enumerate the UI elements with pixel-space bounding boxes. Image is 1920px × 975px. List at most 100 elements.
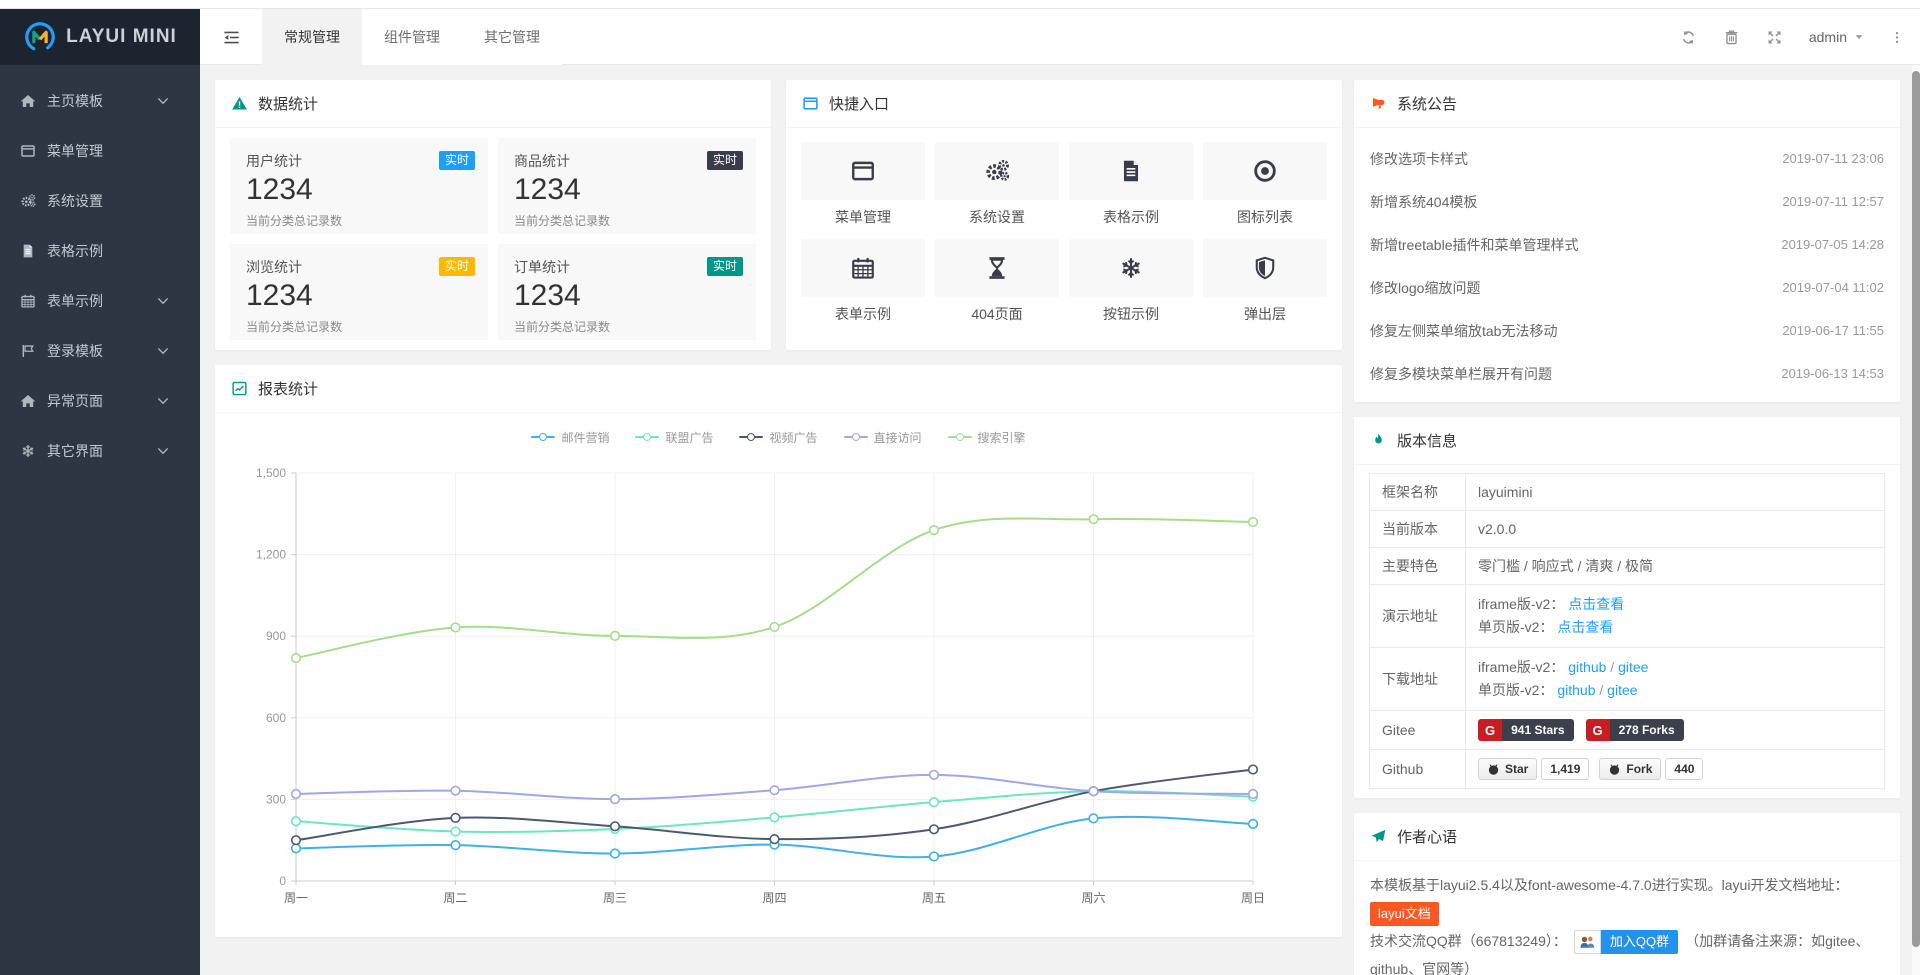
- legend-item-4[interactable]: 搜索引擎: [948, 429, 1026, 446]
- legend-label: 直接访问: [874, 429, 922, 446]
- version-link[interactable]: 点击查看: [1568, 596, 1624, 612]
- version-row-value: iframe版-v2： 点击查看单页版-v2： 点击查看: [1466, 585, 1885, 648]
- legend-item-2[interactable]: 视频广告: [739, 429, 817, 446]
- sidebar-item-label: 登录模板: [47, 341, 103, 361]
- quick-entry-item-0[interactable]: 菜单管理: [801, 142, 925, 227]
- legend-label: 联盟广告: [665, 429, 713, 446]
- layui-logo-icon: [23, 20, 57, 54]
- cogs-icon: [984, 158, 1010, 184]
- legend-item-1[interactable]: 联盟广告: [635, 429, 713, 446]
- version-row-0: 框架名称layuimini: [1370, 474, 1885, 511]
- gitee-badge-0[interactable]: G941 Stars: [1478, 719, 1574, 741]
- header-bar: LAYUI MINI 常规管理组件管理其它管理 admin: [0, 9, 1920, 65]
- sidebar-item-4[interactable]: 表单示例: [0, 276, 200, 326]
- quick-entry-item-7[interactable]: 弹出层: [1203, 239, 1327, 324]
- quick-entry-item-6[interactable]: 按钮示例: [1069, 239, 1193, 324]
- sidebar-item-6[interactable]: 异常页面: [0, 376, 200, 426]
- github-button[interactable]: Star: [1478, 758, 1537, 780]
- more-menu-icon[interactable]: [1890, 29, 1904, 46]
- notice-text: 新增系统404模板: [1370, 192, 1772, 212]
- sidebar-toggle-button[interactable]: [200, 9, 262, 65]
- quick-entry-label: 表格示例: [1069, 207, 1193, 227]
- notice-text: 修改logo缩放问题: [1370, 278, 1772, 298]
- link-prefix: iframe版-v2：: [1478, 659, 1564, 675]
- x-axis-tick-label: 周三: [603, 891, 627, 905]
- link-separator: /: [1606, 659, 1618, 675]
- version-link[interactable]: 点击查看: [1557, 619, 1613, 635]
- user-menu[interactable]: admin: [1809, 29, 1864, 45]
- link-separator: /: [1596, 682, 1608, 698]
- x-axis-tick-label: 周二: [443, 891, 467, 905]
- github-count[interactable]: 440: [1665, 758, 1703, 780]
- scrollbar-track[interactable]: [1912, 65, 1920, 975]
- quick-entry-box: [801, 239, 925, 297]
- author-paragraph-1: 技术交流QQ群（667813249）：加入QQ群（加群请备注来源：如gitee、…: [1370, 927, 1884, 975]
- version-link[interactable]: github: [1557, 682, 1595, 698]
- sidebar-item-label: 菜单管理: [47, 141, 103, 161]
- sidebar-item-0[interactable]: 主页模板: [0, 76, 200, 126]
- stats-card: 数据统计 用户统计1234当前分类总记录数实时商品统计1234当前分类总记录数实…: [215, 80, 771, 350]
- tab-item-2[interactable]: 其它管理: [462, 9, 562, 65]
- notice-date: 2019-07-05 14:28: [1781, 237, 1884, 252]
- refresh-icon[interactable]: [1680, 29, 1697, 46]
- sidebar-item-7[interactable]: 其它界面: [0, 426, 200, 476]
- gitee-logo: G: [1586, 719, 1610, 741]
- version-link-line: iframe版-v2： 点击查看: [1478, 593, 1872, 616]
- notice-row-4: 修复左侧菜单缩放tab无法移动2019-06-17 11:55: [1354, 309, 1900, 352]
- legend-item-0[interactable]: 邮件营销: [531, 429, 609, 446]
- clear-cache-trash-icon[interactable]: [1723, 29, 1740, 46]
- version-card: 版本信息 框架名称layuimini当前版本v2.0.0主要特色零门槛 / 响应…: [1354, 417, 1900, 798]
- github-button[interactable]: Fork: [1599, 758, 1661, 780]
- version-card-title: 版本信息: [1397, 430, 1457, 451]
- quick-card-header: 快捷入口: [786, 80, 1342, 128]
- quick-entry-item-1[interactable]: 系统设置: [935, 142, 1059, 227]
- sidebar-item-1[interactable]: 菜单管理: [0, 126, 200, 176]
- version-row-4: 下载地址iframe版-v2： github / gitee单页版-v2： gi…: [1370, 648, 1885, 711]
- github-widget-1[interactable]: Fork440: [1599, 758, 1703, 780]
- sidebar-item-2[interactable]: 系统设置: [0, 176, 200, 226]
- sidebar-item-5[interactable]: 登录模板: [0, 326, 200, 376]
- fullscreen-icon[interactable]: [1766, 29, 1783, 46]
- version-link[interactable]: gitee: [1607, 682, 1637, 698]
- notice-card-header: 系统公告: [1354, 80, 1900, 128]
- megaphone-icon: [1370, 95, 1387, 112]
- chevron-down-icon: [155, 293, 171, 309]
- quick-entry-box: [935, 239, 1059, 297]
- legend-marker: [739, 436, 763, 438]
- tab-item-1[interactable]: 组件管理: [362, 9, 462, 65]
- version-link[interactable]: github: [1568, 659, 1606, 675]
- quick-entry-item-4[interactable]: 表单示例: [801, 239, 925, 324]
- quick-entry-item-2[interactable]: 表格示例: [1069, 142, 1193, 227]
- legend-label: 搜索引擎: [978, 429, 1026, 446]
- scrollbar-thumb[interactable]: [1912, 71, 1920, 947]
- layui-docs-badge[interactable]: layui文档: [1370, 902, 1439, 926]
- stats-grid: 用户统计1234当前分类总记录数实时商品统计1234当前分类总记录数实时浏览统计…: [215, 128, 771, 350]
- legend-item-3[interactable]: 直接访问: [844, 429, 922, 446]
- tab-item-0[interactable]: 常规管理: [262, 9, 362, 65]
- version-row-value: G941 Stars G278 Forks: [1466, 711, 1885, 750]
- quick-entry-box: [1069, 239, 1193, 297]
- quick-entry-label: 404页面: [935, 304, 1059, 324]
- notice-list: 修改选项卡样式2019-07-11 23:06新增系统404模板2019-07-…: [1354, 128, 1900, 402]
- gitee-logo: G: [1478, 719, 1502, 741]
- quick-entry-item-5[interactable]: 404页面: [935, 239, 1059, 324]
- report-card-header: 报表统计: [215, 365, 1342, 413]
- gitee-badge-1[interactable]: G278 Forks: [1586, 719, 1684, 741]
- github-widget-0[interactable]: Star 1,419: [1478, 758, 1589, 780]
- window-icon: [850, 158, 876, 184]
- github-count[interactable]: 1,419: [1541, 758, 1589, 780]
- quick-entry-item-3[interactable]: 图标列表: [1203, 142, 1327, 227]
- notice-card-title: 系统公告: [1397, 93, 1457, 114]
- version-link[interactable]: gitee: [1618, 659, 1648, 675]
- version-row-3: 演示地址iframe版-v2： 点击查看单页版-v2： 点击查看: [1370, 585, 1885, 648]
- github-button-label: Star: [1505, 762, 1528, 776]
- sidebar-item-3[interactable]: 表格示例: [0, 226, 200, 276]
- file-text-icon: [1118, 158, 1144, 184]
- join-qq-group-button[interactable]: 加入QQ群: [1574, 930, 1678, 954]
- chevron-down-icon: [155, 93, 171, 109]
- home-icon: [20, 93, 36, 109]
- version-row-label: 主要特色: [1370, 548, 1466, 585]
- version-row-value: 零门槛 / 响应式 / 清爽 / 极简: [1466, 548, 1885, 585]
- notice-date: 2019-06-17 11:55: [1782, 323, 1884, 338]
- x-axis-tick-label: 周五: [922, 891, 946, 905]
